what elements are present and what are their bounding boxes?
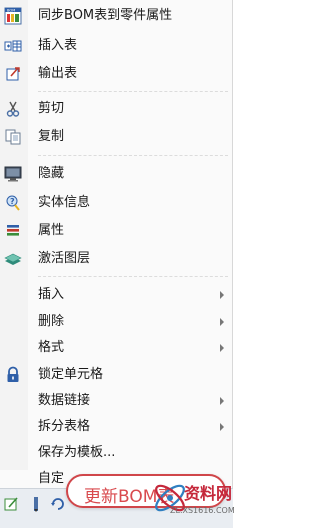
menu-item-label: 激活图层 [38, 251, 91, 266]
submenu-arrow-icon [220, 423, 224, 431]
menu-item-label: 插入 [38, 287, 65, 302]
menu-separator [38, 276, 228, 277]
properties-icon [4, 222, 22, 240]
menu-item-format[interactable]: 格式 [0, 336, 233, 360]
menu-item-label: 自定 [38, 471, 65, 486]
menu-item-label: 隐藏 [38, 166, 65, 181]
menu-item-label: 剪切 [38, 101, 65, 116]
menu-item-data-link[interactable]: 数据链接 [0, 389, 233, 413]
submenu-arrow-icon [220, 344, 224, 352]
menu-item-label: 锁定单元格 [38, 367, 104, 382]
menu-item-insert[interactable]: 插入 [0, 283, 233, 307]
menu-item-split-table[interactable]: 拆分表格 [0, 415, 233, 439]
menu-item-delete[interactable]: 删除 [0, 310, 233, 334]
menu-item-label: 保存为模板... [38, 445, 116, 460]
menu-item-insert-table[interactable]: 插入表 [0, 34, 233, 58]
submenu-arrow-icon [220, 397, 224, 405]
menu-item-label: 格式 [38, 340, 65, 355]
menu-item-sync-bom[interactable]: BOM 同步BOM表到零件属性 [0, 4, 233, 28]
menu-item-label: 复制 [38, 129, 65, 144]
menu-item-hide[interactable]: 隐藏 [0, 162, 233, 186]
insert-table-icon [4, 37, 22, 55]
menu-item-label: 实体信息 [38, 195, 91, 210]
menu-item-label: 插入表 [38, 38, 78, 53]
menu-item-copy[interactable]: 复制 [0, 125, 233, 149]
menu-item-label: 同步BOM表到零件属性 [38, 8, 173, 23]
copy-icon [4, 128, 22, 146]
bom-sync-icon: BOM [4, 7, 22, 25]
menu-item-entity-info[interactable]: ? 实体信息 [0, 191, 233, 215]
menu-item-activate-layer[interactable]: 激活图层 [0, 247, 233, 271]
menu-item-save-as-template[interactable]: 保存为模板... [0, 441, 233, 465]
menu-item-label: 属性 [38, 223, 65, 238]
submenu-arrow-icon [220, 291, 224, 299]
svg-text:BOM: BOM [7, 9, 15, 13]
pen-icon[interactable] [28, 496, 44, 512]
scissors-icon [4, 100, 22, 118]
context-menu: BOM 同步BOM表到零件属性 插入表 输出表 剪切 复制 隐藏 ? 实体信息 … [0, 0, 233, 527]
svg-text:?: ? [10, 197, 15, 206]
layers-icon [4, 250, 22, 268]
menu-item-label: 拆分表格 [38, 419, 91, 434]
export-table-icon [4, 65, 22, 83]
menu-item-label: 数据链接 [38, 393, 91, 408]
menu-separator [38, 91, 228, 92]
watermark-logo: 资料网 ZL.XS1616.COM [150, 476, 235, 524]
refresh-icon[interactable] [50, 496, 66, 512]
menu-item-label: 删除 [38, 314, 65, 329]
menu-item-properties[interactable]: 属性 [0, 219, 233, 243]
submenu-arrow-icon [220, 318, 224, 326]
menu-separator [38, 155, 228, 156]
menu-item-label: 输出表 [38, 66, 78, 81]
watermark-brand: 资料网 [184, 484, 233, 503]
menu-item-lock-cell[interactable]: 锁定单元格 [0, 363, 233, 387]
menu-item-cut[interactable]: 剪切 [0, 97, 233, 121]
lock-icon [4, 366, 22, 384]
entity-info-icon: ? [4, 194, 22, 212]
edit-icon[interactable] [4, 496, 20, 512]
hide-monitor-icon [4, 165, 22, 183]
watermark-url: ZL.XS1616.COM [170, 506, 235, 515]
menu-item-export-table[interactable]: 输出表 [0, 62, 233, 86]
